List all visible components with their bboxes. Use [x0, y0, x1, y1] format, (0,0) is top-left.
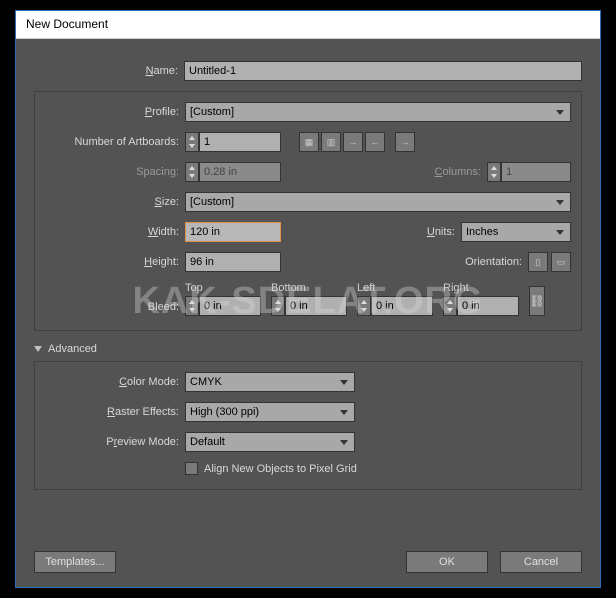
disclosure-icon: [34, 346, 42, 352]
profile-label: Profile:: [45, 106, 185, 118]
columns-input: [501, 162, 571, 182]
orientation-portrait-icon[interactable]: ▯: [528, 252, 548, 272]
bleed-left-label: Left: [357, 282, 375, 294]
advanced-toggle[interactable]: Advanced: [34, 343, 582, 355]
width-label: Width:: [45, 226, 185, 238]
bleed-right-stepper[interactable]: [443, 296, 457, 316]
dialog-body: Name: Profile: [Custom] Number of Artboa…: [16, 39, 600, 587]
spacing-input: [199, 162, 281, 182]
height-input[interactable]: [185, 252, 281, 272]
raster-label: Raster Effects:: [45, 406, 185, 418]
main-panel: Profile: [Custom] Number of Artboards: ▦…: [34, 91, 582, 331]
bleed-bottom-label: Bottom: [271, 282, 306, 294]
arrange-icon[interactable]: →: [395, 132, 415, 152]
units-label: Units:: [415, 226, 461, 238]
bleed-bottom-stepper[interactable]: [271, 296, 285, 316]
grid-by-col-icon[interactable]: ▥: [321, 132, 341, 152]
bleed-left-input[interactable]: [371, 296, 433, 316]
align-grid-label: Align New Objects to Pixel Grid: [204, 463, 357, 475]
align-grid-checkbox[interactable]: [185, 462, 198, 475]
width-input[interactable]: [185, 222, 281, 242]
bleed-bottom-input[interactable]: [285, 296, 347, 316]
bleed-right-label: Right: [443, 282, 469, 294]
artboards-input[interactable]: [199, 132, 281, 152]
cancel-button[interactable]: Cancel: [500, 551, 582, 573]
bleed-top-stepper[interactable]: [185, 296, 199, 316]
bleed-right-input[interactable]: [457, 296, 519, 316]
grid-by-row-icon[interactable]: ▦: [299, 132, 319, 152]
units-select[interactable]: Inches: [461, 222, 571, 242]
bleed-left-stepper[interactable]: [357, 296, 371, 316]
ok-button[interactable]: OK: [406, 551, 488, 573]
colormode-label: Color Mode:: [45, 376, 185, 388]
size-label: Size:: [45, 196, 185, 208]
bleed-top-label: Top: [185, 282, 203, 294]
profile-select[interactable]: [Custom]: [185, 102, 571, 122]
name-input[interactable]: [184, 61, 582, 81]
orientation-label: Orientation:: [452, 256, 528, 268]
artboards-stepper[interactable]: [185, 132, 199, 152]
columns-stepper: [487, 162, 501, 182]
bleed-label: Bleed:: [45, 301, 185, 316]
bottom-bar: Templates... OK Cancel: [34, 551, 582, 573]
spacing-label: Spacing:: [45, 166, 185, 178]
height-label: Height:: [45, 256, 185, 268]
size-select[interactable]: [Custom]: [185, 192, 571, 212]
new-document-dialog: New Document Name: Profile: [Custom] Num…: [15, 10, 601, 588]
artboards-label: Number of Artboards:: [45, 136, 185, 148]
columns-label: Columns:: [427, 166, 487, 178]
advanced-panel: Color Mode: CMYK Raster Effects: High (3…: [34, 361, 582, 490]
row-ltr-icon[interactable]: →: [343, 132, 363, 152]
row-rtl-icon[interactable]: ←: [365, 132, 385, 152]
spacing-stepper: [185, 162, 199, 182]
bleed-link-icon[interactable]: ⛓: [529, 286, 545, 316]
raster-select[interactable]: High (300 ppi): [185, 402, 355, 422]
preview-select[interactable]: Default: [185, 432, 355, 452]
advanced-header: Advanced: [48, 343, 97, 355]
preview-label: Preview Mode:: [45, 436, 185, 448]
colormode-select[interactable]: CMYK: [185, 372, 355, 392]
orientation-landscape-icon[interactable]: ▭: [551, 252, 571, 272]
bleed-top-input[interactable]: [199, 296, 261, 316]
window-title: New Document: [16, 11, 600, 39]
templates-button[interactable]: Templates...: [34, 551, 116, 573]
name-label: Name:: [34, 65, 184, 77]
